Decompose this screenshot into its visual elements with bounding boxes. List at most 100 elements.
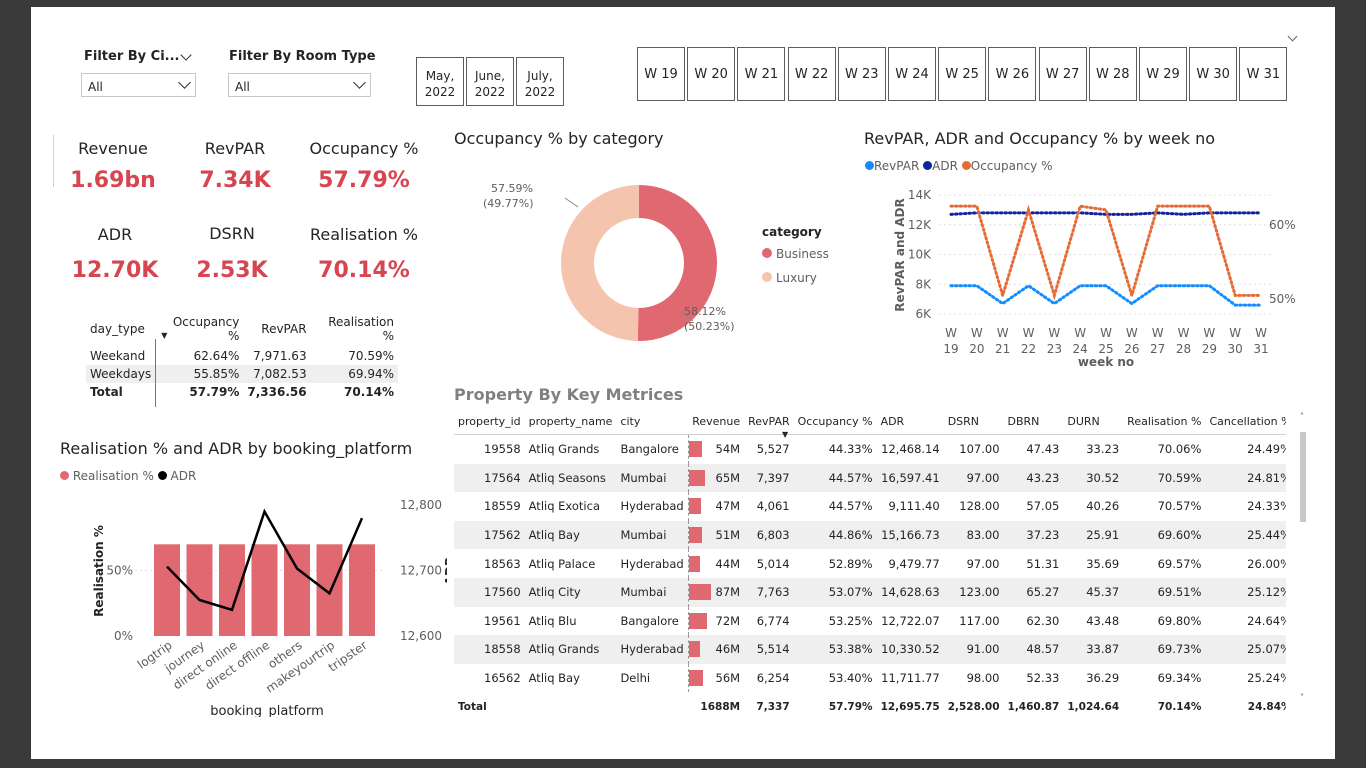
legend-label-realisation[interactable]: Realisation % [73, 469, 154, 483]
week-button-w24[interactable]: W 24 [888, 47, 936, 101]
week-button-w23[interactable]: W 23 [837, 47, 886, 101]
col-header-property-name[interactable]: property_name [525, 408, 617, 435]
cell: 5,514 [744, 635, 794, 664]
week-line-chart: 14K 12K 10K 8K 6K 60% 50% W 19 W 20 W 21 W 22 W 23 W 24 W 25… [893, 188, 1296, 369]
cell: 52.89% [828, 556, 873, 571]
table-row[interactable]: 17562 Atliq Bay Mumbai 51M 6,803 44.86% 15,166… [454, 520, 1286, 550]
cell: 47M [687, 492, 745, 521]
col-header-occupancy[interactable]: Occupancy % ▼ [155, 315, 243, 345]
cell: 44.57% [793, 463, 877, 493]
col-header-cancellation[interactable]: Cancellation % [1205, 408, 1286, 435]
scroll-up-icon[interactable]: ˄ [1300, 412, 1304, 421]
bar-logtrip[interactable] [154, 544, 180, 636]
luxury-slice[interactable] [560, 185, 639, 341]
table-row[interactable]: 17564 Atliq Seasons Mumbai 65M 7,397 44.57% 16… [454, 463, 1286, 493]
revenue-bar [688, 555, 700, 572]
city-filter-dropdown[interactable]: All [81, 73, 196, 97]
scroll-down-icon[interactable]: ˅ [1300, 693, 1304, 702]
cell: 11,711.77 [881, 671, 940, 686]
week-button-w31[interactable]: W 31 [1239, 47, 1288, 101]
scrollbar-thumb[interactable] [1300, 432, 1306, 522]
cell: 15,166.73 [876, 520, 944, 550]
col-header-revenue[interactable]: Revenue [688, 408, 744, 435]
col-header-occupancy[interactable]: Occupancy % [794, 408, 877, 435]
table-row[interactable]: 17560 Atliq City Mumbai 87M 7,763 53.07% 14,62… [454, 577, 1286, 607]
divider [53, 135, 54, 187]
week-button-w28[interactable]: W 28 [1088, 47, 1137, 101]
table-row[interactable]: 19558 Atliq Grands Bangalore 54M 5,527 44.33%… [454, 434, 1286, 464]
week-button-w26[interactable]: W 26 [988, 47, 1037, 101]
week-button-w30[interactable]: W 30 [1189, 47, 1238, 101]
legend-item-business[interactable]: Business [762, 247, 829, 261]
cell: 25.24% [1247, 671, 1286, 686]
series-line-occupancy[interactable] [949, 204, 1263, 301]
week-button-w27[interactable]: W 27 [1038, 47, 1087, 101]
property-table-title: Property By Key Metrices [454, 385, 684, 404]
total-row: Total 57.79% 7,336.56 70.14% [86, 383, 398, 401]
bar-others[interactable] [284, 544, 310, 636]
table-row[interactable]: 18558 Atliq Grands Hyderabad 46M 5,514 53.38%… [454, 635, 1286, 664]
col-header-dbrn[interactable]: DBRN [1004, 408, 1064, 435]
legend-item-luxury[interactable]: Luxury [762, 271, 817, 285]
cell: 44.86% [793, 520, 877, 550]
cell: 53.40% [828, 671, 873, 686]
chevron-down-icon[interactable] [180, 49, 192, 61]
cell: 46M [687, 635, 745, 664]
cell: 33.23 [1086, 442, 1120, 457]
chevron-down-icon[interactable] [1287, 31, 1298, 42]
series-line-revpar[interactable] [949, 283, 1263, 307]
col-header-durn[interactable]: DURN [1063, 408, 1123, 435]
cell: Atliq Exotica [528, 499, 600, 514]
col-header-dsrn[interactable]: DSRN [944, 408, 1004, 435]
bar-direct-online[interactable] [219, 544, 245, 636]
legend-label-adr[interactable]: ADR [171, 469, 197, 483]
table-row[interactable]: 19561 Atliq Blu Bangalore 72M 6,774 53.25% 12,… [454, 606, 1286, 636]
x-tick-label: W [971, 326, 983, 340]
cell: 16562 [484, 671, 521, 686]
col-header-revpar[interactable]: RevPAR [243, 315, 310, 345]
cell: 5,014 [756, 556, 790, 571]
table-row: Weekand 62.64% 7,971.63 70.59% [86, 345, 398, 365]
col-header-property-id[interactable]: property_id [454, 408, 525, 435]
table-row[interactable]: 16562 Atliq Bay Delhi 56M 6,254 53.40% 11,711.… [454, 663, 1286, 693]
legend-label-occupancy[interactable]: Occupancy % [971, 159, 1053, 173]
col-header-realisation[interactable]: Realisation % [311, 315, 398, 345]
bar-makeyourtrip[interactable] [316, 544, 343, 636]
legend-label-revpar[interactable]: RevPAR [874, 159, 919, 173]
legend-dot [865, 161, 874, 170]
week-button-w29[interactable]: W 29 [1139, 47, 1187, 101]
x-tick-label: W [1229, 326, 1241, 340]
table-scrollbar[interactable]: ˄ ˅ [1298, 408, 1308, 710]
table-row[interactable]: 18559 Atliq Exotica Hyderabad 47M 4,061 44.57… [454, 492, 1286, 521]
col-header-adr[interactable]: ADR [877, 408, 944, 435]
week-button-w21[interactable]: W 21 [737, 47, 786, 101]
bar-tripster[interactable] [349, 544, 375, 636]
platform-chart-legend: Realisation % ADR [60, 469, 196, 483]
room-type-filter-dropdown[interactable]: All [228, 73, 371, 97]
col-header-realisation[interactable]: Realisation % [1123, 408, 1205, 435]
cell-value: 44M [715, 556, 741, 571]
month-button-may[interactable]: May, 2022 [416, 57, 464, 106]
legend-label-adr[interactable]: ADR [932, 159, 958, 173]
col-header-day-type[interactable]: day_type [86, 315, 155, 345]
cell: 19558 [484, 442, 521, 457]
table-row[interactable]: 18563 Atliq Palace Hyderabad 44M 5,014 52.89%… [454, 549, 1286, 578]
x-tick-label: 29 [1202, 342, 1217, 356]
cell: 117.00 [959, 613, 1000, 628]
luxury-share-label: (49.77%) [483, 197, 534, 210]
cell: 44M [687, 549, 745, 578]
kpi-realisation-label: Realisation % [309, 225, 418, 244]
cell: 24.84% [1247, 700, 1286, 713]
cell: 53.25% [828, 613, 873, 628]
week-button-w25[interactable]: W 25 [938, 47, 987, 101]
month-button-july[interactable]: July, 2022 [516, 57, 564, 106]
col-header-city[interactable]: city [616, 408, 688, 435]
x-tick-label: 20 [969, 342, 984, 356]
week-button-w20[interactable]: W 20 [687, 47, 736, 101]
y2-tick-label: 60% [1269, 218, 1296, 232]
x-tick-label: W [1152, 326, 1164, 340]
week-button-w22[interactable]: W 22 [787, 47, 836, 101]
bar-direct-offline[interactable] [251, 544, 278, 636]
week-button-w19[interactable]: W 19 [637, 47, 685, 101]
month-button-june[interactable]: June, 2022 [466, 57, 514, 106]
